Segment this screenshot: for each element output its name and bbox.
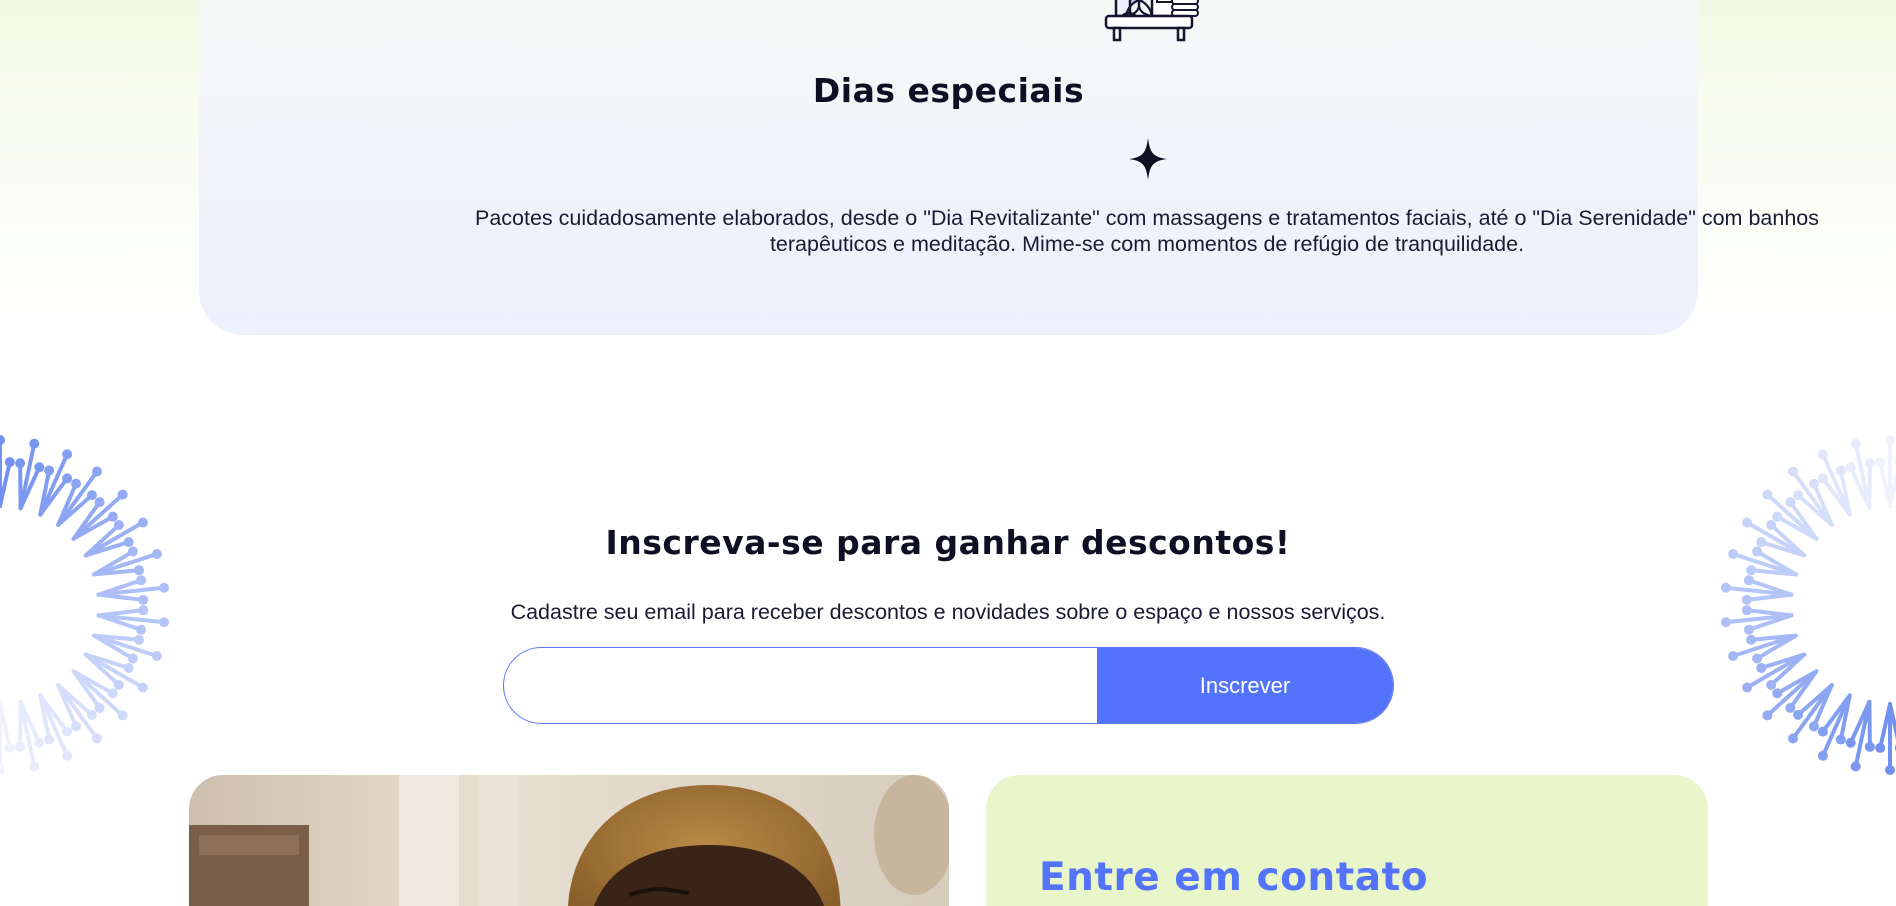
subscribe-title: Inscreva-se para ganhar descontos! xyxy=(605,523,1291,562)
special-days-title: Dias especiais xyxy=(812,71,1085,110)
subscribe-button[interactable]: Inscrever xyxy=(1097,648,1393,723)
page: Dias especiais Pacotes cuidadosamente el… xyxy=(0,0,1896,906)
contact-title: Entre em contato xyxy=(1039,855,1429,900)
spa-photo xyxy=(189,775,949,906)
spa-candles-icon xyxy=(1104,0,1199,42)
email-input[interactable] xyxy=(504,648,1097,723)
sparkle-icon xyxy=(1129,138,1167,180)
contact-card: Entre em contato xyxy=(986,775,1708,906)
spa-photo-image xyxy=(189,775,949,906)
special-days-description: Pacotes cuidadosamente elaborados, desde… xyxy=(475,206,1819,256)
subscribe-form: Inscrever xyxy=(503,647,1394,724)
subscribe-description: Cadastre seu email para receber desconto… xyxy=(510,600,1386,624)
special-days-card: Dias especiais Pacotes cuidadosamente el… xyxy=(199,0,1819,335)
